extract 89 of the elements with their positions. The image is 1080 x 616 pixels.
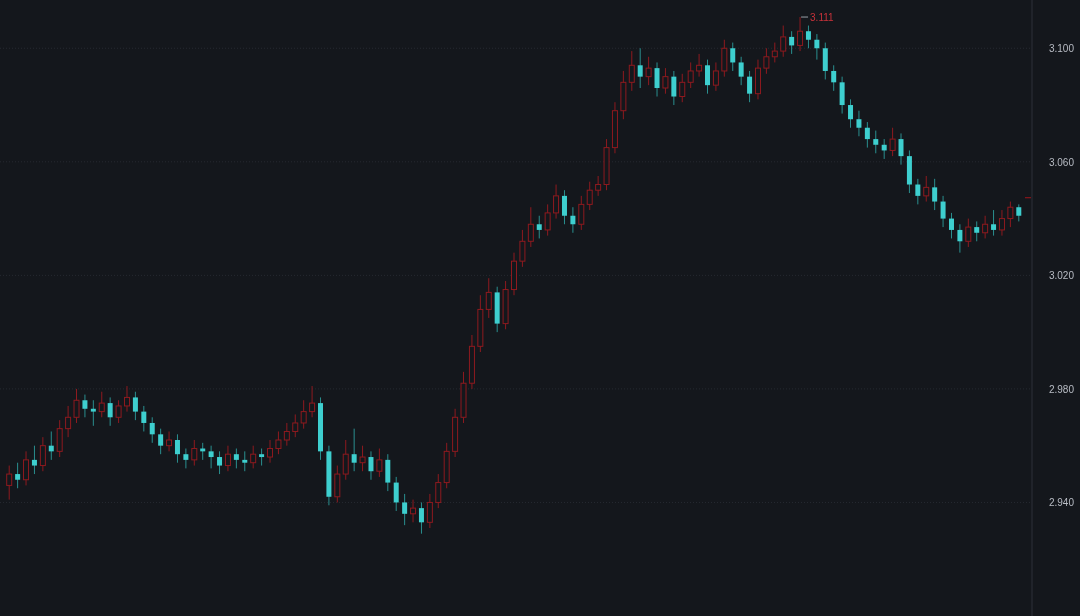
axis-label: 3.100 [1048, 43, 1074, 55]
candle [318, 396, 323, 461]
candle [645, 56, 652, 86]
candle [730, 42, 736, 72]
candle [856, 110, 862, 137]
axis-label: 2.980 [1048, 383, 1074, 395]
candle [376, 448, 383, 478]
candle [233, 448, 239, 469]
candle [56, 419, 63, 458]
candle [351, 428, 357, 472]
candle [511, 252, 517, 296]
candle [738, 56, 744, 86]
candle [426, 493, 433, 529]
candle [755, 59, 761, 100]
candle [1016, 203, 1022, 222]
candle [149, 416, 155, 444]
candle [309, 385, 316, 418]
candle [259, 448, 265, 467]
candle [132, 391, 138, 421]
candle [368, 450, 374, 481]
candle [848, 98, 854, 129]
candle [721, 39, 728, 78]
candle [107, 396, 113, 427]
candle [949, 212, 954, 239]
candle [570, 206, 576, 234]
candle [183, 448, 189, 469]
price-label: 3.111 [810, 12, 834, 24]
candle [814, 33, 820, 61]
candle [965, 218, 972, 248]
candle [48, 431, 54, 461]
candle [15, 462, 21, 489]
axis-label: 3.020 [1048, 270, 1074, 282]
price-marker [1024, 197, 1032, 199]
candle [393, 476, 399, 512]
candle [191, 439, 198, 467]
candle [696, 53, 703, 78]
candle [82, 394, 88, 418]
candle [654, 61, 660, 97]
candle [1007, 201, 1014, 228]
axis-label: 2.940 [1048, 497, 1074, 509]
candle [402, 493, 408, 526]
candle [326, 445, 332, 506]
candle [98, 391, 105, 418]
candle [553, 184, 560, 220]
candle [158, 428, 164, 455]
candle [544, 203, 551, 237]
candle [242, 450, 248, 472]
candle [889, 127, 896, 157]
candle [831, 64, 837, 92]
candle [200, 442, 206, 461]
candle [705, 59, 710, 95]
candle [839, 76, 845, 115]
candle [974, 220, 980, 242]
candle [957, 223, 963, 254]
axis-label: 3.060 [1048, 156, 1074, 168]
candle [898, 132, 904, 166]
candle [536, 215, 542, 239]
candle [915, 178, 921, 205]
candle [906, 149, 912, 194]
candle [39, 436, 46, 472]
candle [267, 439, 273, 464]
candle [873, 130, 879, 154]
candle [250, 445, 257, 469]
candle [502, 280, 509, 330]
candle [562, 189, 567, 225]
candle [747, 70, 753, 103]
candle [982, 215, 989, 239]
candle [141, 405, 147, 432]
leader-line [800, 16, 809, 18]
candle [494, 286, 500, 333]
candle [881, 138, 887, 160]
candle [712, 61, 719, 92]
candle [940, 195, 946, 228]
candle [637, 47, 643, 89]
candle [671, 70, 677, 106]
candle [385, 453, 391, 492]
candle [90, 399, 96, 427]
candle [359, 445, 366, 472]
candle [662, 67, 669, 95]
candle [822, 42, 828, 80]
candle [780, 25, 787, 58]
candle [208, 445, 214, 469]
candle [932, 178, 938, 211]
candle [923, 175, 930, 203]
candle [864, 121, 870, 149]
candle [789, 30, 795, 55]
candle [6, 465, 13, 501]
candle [115, 399, 122, 424]
candle [124, 385, 130, 413]
